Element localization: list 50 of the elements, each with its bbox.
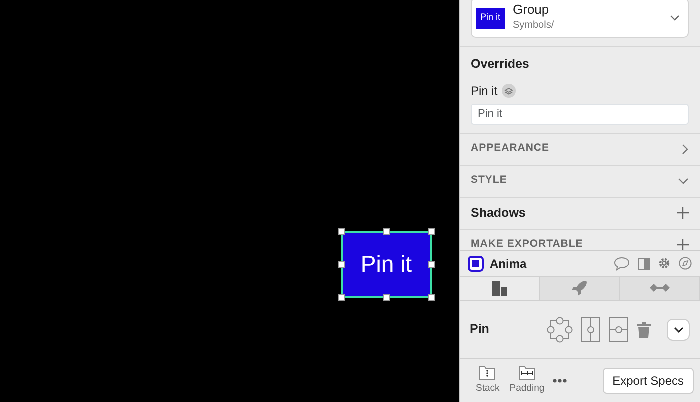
resize-handle[interactable] [428,294,435,301]
settings-icon[interactable] [658,257,671,270]
section-title: MAKE EXPORTABLE [471,237,584,250]
chevron-down-icon [670,15,680,21]
rocket-icon [571,280,588,297]
pin-vertical-icon[interactable] [609,316,629,342]
section-title: APPEARANCE [471,141,550,156]
symbol-path: Symbols/ [513,18,556,33]
section-title: STYLE [471,173,508,188]
resize-handle[interactable] [338,294,345,301]
stack-folder-icon [479,364,496,382]
compass-icon[interactable] [679,257,692,270]
symbol-button[interactable]: Pin it [343,233,430,296]
panel-icon[interactable] [638,258,650,270]
override-label: Pin it [471,82,498,100]
symbol-preview: Pin it [476,8,505,28]
resize-handle[interactable] [383,228,390,235]
more-icon[interactable] [552,378,567,382]
resize-handle[interactable] [338,228,345,235]
pin-label: Pin [470,321,490,338]
plugin-tab[interactable] [540,277,620,300]
toolbar-button[interactable]: Padding [508,364,547,397]
resize-handle[interactable] [383,294,390,301]
resize-handle[interactable] [428,228,435,235]
dropdown-button[interactable] [667,318,690,340]
layout-icon [491,280,508,297]
pin-horizontal-icon[interactable] [581,316,601,342]
symbol-selector[interactable]: Pin it Group Symbols/ [471,0,689,38]
pin-all-icon[interactable] [547,316,573,342]
plus-icon[interactable] [677,239,689,250]
section-title: Shadows [471,204,526,222]
plugin-tab[interactable] [620,277,700,300]
trash-icon[interactable] [637,322,651,338]
section-header[interactable]: APPEARANCE [460,132,700,165]
section-header[interactable]: STYLE [460,164,700,197]
plugin-logo-icon [468,256,484,272]
section-header[interactable]: Shadows [460,196,700,229]
export-specs-button[interactable]: Export Specs [602,368,694,394]
symbol-name: Group [513,3,550,18]
plugin-name: Anima [490,256,528,272]
plus-icon[interactable] [677,207,689,220]
resize-handle[interactable] [428,261,435,268]
padding-folder-icon [518,364,536,382]
override-field[interactable]: Pin it [471,104,689,125]
chevron-down-icon [674,326,684,332]
section-title: Overrides [471,56,530,73]
resize-handle[interactable] [338,261,345,268]
toolbar-button[interactable]: Stack [474,364,502,397]
comment-icon[interactable] [614,256,630,270]
layers-icon [502,84,516,98]
